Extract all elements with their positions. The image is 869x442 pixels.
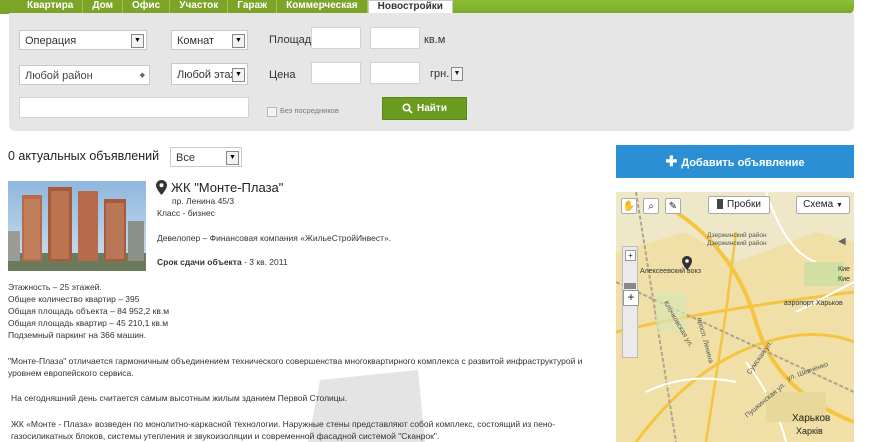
magnifier-icon: ⌕: [648, 201, 654, 212]
spec-apartments-area: Общая площадь квартир – 45 210,1 кв.м: [8, 318, 169, 328]
collapse-arrow-icon[interactable]: ◀: [838, 236, 846, 247]
currency-select[interactable]: грн. ▼: [427, 66, 463, 82]
chevron-down-icon: ▼: [131, 34, 144, 48]
chevron-down-icon: ▼: [226, 151, 239, 165]
add-listing-button[interactable]: ✚ Добавить объявление: [616, 145, 854, 178]
listing-deadline: Срок сдачи объекта - 3 кв. 2011: [157, 256, 288, 268]
search-button-label: Найти: [417, 103, 447, 114]
spec-floors: Этажность – 25 этажей.: [8, 282, 102, 292]
map-type-button[interactable]: Схема ▼: [796, 196, 850, 214]
zoom-plus-button[interactable]: +: [623, 290, 639, 306]
zoom-in-icon[interactable]: +: [625, 250, 636, 261]
tab-office[interactable]: Офис: [123, 0, 171, 13]
building-photo[interactable]: [8, 181, 146, 271]
tab-commercial[interactable]: Коммерческая: [277, 0, 368, 13]
rooms-value: Комнат: [177, 35, 215, 47]
listing-address: пр. Ленина 45/3: [172, 196, 235, 206]
tab-new-buildings[interactable]: Новостройки: [367, 0, 453, 14]
hand-tool-button[interactable]: ✋: [621, 198, 637, 214]
spec-total-area: Общая площадь объекта – 84 952,2 кв.м: [8, 306, 170, 316]
description-paragraph-1: "Монте-Плаза" отличается гармоничным объ…: [8, 356, 583, 378]
description-paragraph-3: ЖК «Монте - Плаза» возведен по монолитно…: [11, 419, 556, 441]
results-filter-value: Все: [176, 152, 195, 164]
listing-title[interactable]: ЖК "Монте-Плаза": [171, 180, 283, 195]
map-canvas: [616, 192, 854, 442]
area-unit: кв.м: [424, 34, 446, 46]
keyword-input[interactable]: [19, 97, 249, 118]
magnifier-tool-button[interactable]: ⌕: [643, 198, 659, 214]
operation-value: Операция: [25, 35, 77, 47]
search-icon: [402, 103, 413, 114]
tab-house[interactable]: Дом: [83, 0, 123, 13]
map-label-district: Дзержинский район: [707, 232, 767, 239]
rooms-select[interactable]: Комнат ▼: [171, 30, 248, 50]
floor-value: Любой этаж: [177, 69, 238, 81]
district-value: Любой район: [25, 70, 93, 82]
spec-apartments: Общее количество квартир – 395: [8, 294, 140, 304]
deadline-value: - 3 кв. 2011: [241, 257, 288, 267]
map-label-airport: аэропорт Харьков: [784, 300, 843, 307]
operation-select[interactable]: Операция ▼: [19, 30, 147, 50]
plus-icon: ✚: [665, 153, 678, 169]
map-type-label: Схема: [803, 199, 834, 210]
traffic-light-icon: [717, 199, 723, 210]
ruler-tool-button[interactable]: ✎: [665, 198, 681, 214]
deadline-label: Срок сдачи объекта: [157, 257, 242, 267]
traffic-button-label: Пробки: [727, 199, 761, 210]
hand-icon: ✋: [622, 201, 636, 212]
tab-land[interactable]: Участок: [170, 0, 229, 13]
price-from-input[interactable]: [311, 62, 361, 84]
location-pin-icon: [156, 180, 167, 200]
price-to-input[interactable]: [370, 62, 420, 84]
map-widget[interactable]: ✋ ⌕ ✎ Пробки Схема ▼ + + ◀ Дзержинский р…: [616, 192, 854, 442]
map-label-city-ua: Харків: [796, 426, 823, 436]
chevron-down-icon: ▼: [232, 34, 245, 48]
tab-apartment[interactable]: Квартира: [18, 0, 84, 13]
add-listing-label: Добавить объявление: [681, 157, 805, 169]
floor-select[interactable]: Любой этаж ▼: [171, 63, 248, 85]
listing-specs: Этажность – 25 этажей. Общее количество …: [8, 281, 169, 341]
zoom-slider-handle[interactable]: [624, 283, 636, 289]
search-button[interactable]: Найти: [382, 97, 467, 120]
chevron-down-icon: ▼: [835, 202, 843, 209]
ruler-icon: ✎: [668, 201, 678, 212]
spec-parking: Подземный паркинг на 366 машин.: [8, 330, 147, 340]
results-filter-select[interactable]: Все ▼: [170, 147, 242, 167]
price-label: Цена: [269, 69, 296, 81]
map-label-kie: Кие: [838, 266, 850, 273]
area-to-input[interactable]: [370, 27, 420, 49]
map-label-poi: Алексеевский вокз: [640, 268, 701, 275]
listing-class: Класс - бизнес: [157, 208, 215, 218]
results-count: 0 актуальных объявлений: [8, 149, 160, 163]
building-illustration: [8, 187, 146, 271]
category-tabs: Квартира Дом Офис Участок Гараж Коммерче…: [18, 0, 453, 14]
tab-garage[interactable]: Гараж: [228, 0, 278, 13]
listing-developer: Девелопер – Финансовая компания «ЖильеСт…: [157, 233, 392, 243]
district-select[interactable]: Любой район ◆: [19, 65, 150, 85]
area-label: Площадь: [269, 34, 317, 46]
currency-value: грн.: [430, 68, 450, 80]
no-agents-label: Без посредников: [280, 106, 339, 115]
chevron-down-icon: ▼: [451, 67, 463, 81]
chevron-updown-icon: ◆: [139, 72, 145, 79]
no-agents-checkbox[interactable]: [267, 107, 277, 117]
description-paragraph-2: На сегодняшний день считается самым высо…: [11, 393, 348, 403]
map-label-district-2: Дзержинский район: [707, 240, 767, 247]
map-label-kie-2: Кие: [838, 276, 850, 283]
area-from-input[interactable]: [311, 27, 361, 49]
map-label-city: Харьков: [792, 413, 831, 424]
chevron-down-icon: ▼: [232, 68, 245, 82]
traffic-button[interactable]: Пробки: [708, 196, 770, 214]
